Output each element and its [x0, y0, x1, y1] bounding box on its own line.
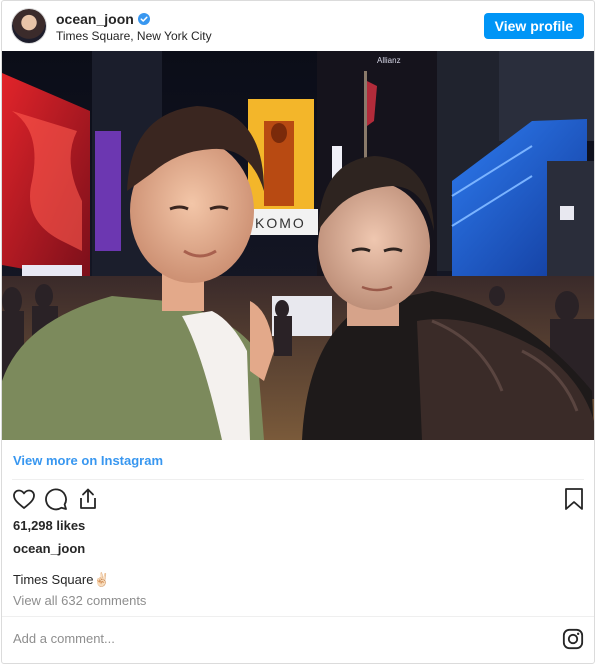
view-profile-button[interactable]: View profile	[483, 13, 584, 39]
username-row: ocean_joon	[56, 11, 150, 27]
instagram-embed-card: ocean_joon Times Square, New York City V…	[1, 0, 595, 664]
heart-icon[interactable]	[12, 487, 36, 511]
add-comment-input[interactable]: Add a comment...	[13, 631, 115, 646]
comment-icon[interactable]	[44, 487, 68, 511]
times-square-selfie-image: KOMO Allianz	[2, 51, 594, 440]
comment-bar: Add a comment...	[2, 616, 594, 663]
building-sign: Allianz	[377, 56, 401, 65]
verified-badge-icon	[137, 13, 150, 25]
view-more-link[interactable]: View more on Instagram	[13, 453, 163, 468]
post-photo[interactable]: KOMO Allianz	[2, 51, 594, 440]
instagram-icon[interactable]	[562, 628, 584, 650]
share-icon[interactable]	[76, 487, 100, 511]
billboard-text: KOMO	[255, 215, 306, 231]
post-owner-username[interactable]: ocean_joon	[13, 541, 85, 556]
view-comments-link[interactable]: View all 632 comments	[13, 593, 146, 608]
username[interactable]: ocean_joon	[56, 11, 134, 27]
post-header: ocean_joon Times Square, New York City V…	[2, 1, 594, 51]
likes-count[interactable]: 61,298 likes	[13, 518, 85, 533]
bookmark-icon[interactable]	[562, 487, 586, 511]
divider	[12, 479, 584, 480]
post-caption: Times Square✌🏻	[13, 572, 110, 587]
action-bar	[12, 487, 586, 513]
avatar[interactable]	[12, 9, 46, 43]
post-location[interactable]: Times Square, New York City	[56, 29, 212, 43]
